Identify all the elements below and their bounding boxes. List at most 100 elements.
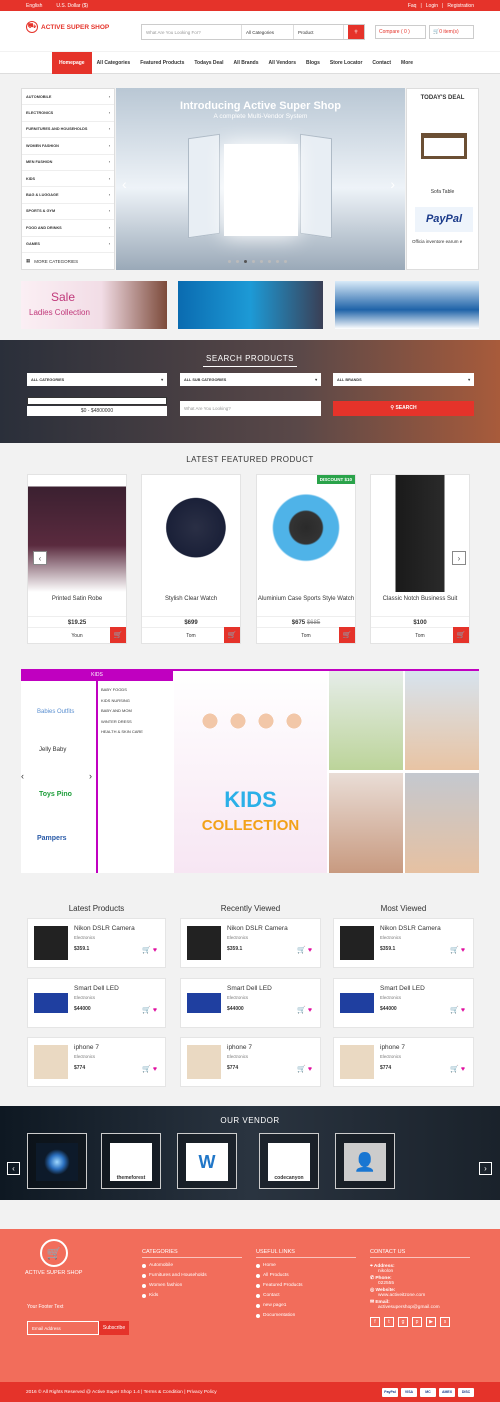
kids-link[interactable]: KIDS NURSING (101, 696, 143, 707)
brand-prev-icon[interactable]: ‹ (21, 771, 24, 781)
product-image[interactable] (257, 475, 355, 592)
product-name[interactable]: Classic Notch Business Suit (371, 596, 469, 602)
category-item[interactable]: ELECTRONICS › (22, 105, 114, 122)
slider-dots[interactable] (228, 260, 287, 263)
login-link[interactable]: Login (426, 3, 438, 9)
type-select[interactable]: Product (294, 25, 344, 39)
cart-button[interactable]: 🛒 0 item(s) (429, 25, 474, 39)
product-image[interactable] (371, 475, 469, 592)
subcategory-select[interactable]: ALL SUB CATEGORIES ▾ (180, 373, 321, 386)
vendor-next-icon[interactable]: › (479, 1162, 492, 1175)
category-item[interactable]: FURNITURES AND HOUSEHOLDS › (22, 122, 114, 139)
category-item[interactable]: BAG & LUGGAGE › (22, 187, 114, 204)
category-item[interactable]: KIDS › (22, 171, 114, 188)
add-to-cart-button[interactable]: 🛒 (339, 627, 355, 643)
product-name[interactable]: Aluminium Case Sports Style Watch (257, 596, 355, 602)
vendor-card[interactable]: 👤 (335, 1133, 395, 1189)
footer-link[interactable]: Automobile (142, 1263, 242, 1268)
kids-link[interactable]: BABY FOODS (101, 685, 143, 696)
product-vendor[interactable]: Tom (415, 633, 424, 639)
category-select[interactable]: All Categories (242, 25, 294, 39)
cart-icon[interactable]: 🛒 (142, 947, 151, 954)
category-item[interactable]: GAMES › (22, 237, 114, 253)
nav-store-locator[interactable]: Store Locator (325, 52, 368, 74)
cart-icon[interactable]: 🛒 (142, 1007, 151, 1014)
footer-link[interactable]: Home (256, 1263, 356, 1268)
product-image[interactable] (142, 475, 240, 592)
list-item[interactable]: Nikon DSLR Camera Electronics $359.1 🛒 ♥ (333, 918, 474, 968)
language-select[interactable]: English (26, 3, 42, 9)
list-item[interactable]: Nikon DSLR Camera Electronics $359.1 🛒 ♥ (180, 918, 321, 968)
skype-icon[interactable]: s (440, 1317, 450, 1327)
heart-icon[interactable]: ♥ (308, 1007, 312, 1014)
footer-link[interactable]: Contact (256, 1293, 356, 1298)
cart-icon[interactable]: 🛒 (450, 1066, 459, 1073)
category-item[interactable]: AUTOMOBILE › (22, 89, 114, 106)
cart-icon[interactable]: 🛒 (142, 1066, 151, 1073)
cart-icon[interactable]: 🛒 (297, 1066, 306, 1073)
kids-photo[interactable] (329, 773, 403, 873)
category-item[interactable]: SPORTS & GYM › (22, 204, 114, 221)
kids-tab[interactable]: KIDS (21, 669, 173, 681)
kids-photo[interactable] (405, 671, 479, 770)
compare-button[interactable]: Compare ( 0 ) (375, 25, 426, 39)
deal-item-name[interactable]: Sofa Table (407, 189, 478, 195)
list-item[interactable]: Smart Dell LED Electronics $44000 🛒 ♥ (27, 978, 166, 1028)
vendor-card[interactable]: themeforest (101, 1133, 161, 1189)
brand-logo[interactable]: Pampers (37, 835, 67, 842)
sofa-table-image[interactable] (421, 133, 467, 159)
vendor-prev-icon[interactable]: ‹ (7, 1162, 20, 1175)
brand-logo[interactable]: Toys Pino (39, 791, 72, 798)
cart-icon[interactable]: 🛒 (297, 1007, 306, 1014)
carousel-prev-icon[interactable]: ‹ (33, 551, 47, 565)
nav-contact[interactable]: Contact (367, 52, 396, 74)
brand-next-icon[interactable]: › (89, 771, 92, 781)
list-item[interactable]: Smart Dell LED Electronics $44000 🛒 ♥ (180, 978, 321, 1028)
nav-blogs[interactable]: Blogs (301, 52, 325, 74)
search-submit-button[interactable]: ⚲ SEARCH (333, 401, 474, 416)
product-name[interactable]: Stylish Clear Watch (142, 596, 240, 602)
footer-link[interactable]: Documentation (256, 1313, 356, 1318)
kids-collection-banner[interactable]: KIDS COLLECTION (174, 671, 327, 873)
youtube-icon[interactable]: ▶ (426, 1317, 436, 1327)
crowd-banner[interactable] (335, 281, 479, 329)
slider-next-icon[interactable]: › (390, 176, 395, 192)
kids-link[interactable]: WINTER DRESS (101, 717, 143, 728)
sale-banner[interactable]: Sale Ladies Collection (21, 281, 167, 329)
product-card[interactable]: DISCOUNT $10 Aluminium Case Sports Style… (256, 474, 356, 644)
list-item[interactable]: iphone 7 Electronics $774 🛒 ♥ (333, 1037, 474, 1087)
nav-todays-deal[interactable]: Todays Deal (189, 52, 228, 74)
registration-link[interactable]: Registration (447, 3, 474, 9)
facebook-icon[interactable]: f (370, 1317, 380, 1327)
product-image[interactable] (28, 475, 126, 592)
faq-link[interactable]: Faq (408, 3, 417, 9)
list-item[interactable]: iphone 7 Electronics $774 🛒 ♥ (180, 1037, 321, 1087)
vendor-card[interactable] (27, 1133, 87, 1189)
heart-icon[interactable]: ♥ (308, 1066, 312, 1073)
kids-link[interactable]: BABY AND MOM (101, 706, 143, 717)
nav-all-vendors[interactable]: All Vendors (263, 52, 301, 74)
subscribe-button[interactable]: Subscribe (99, 1321, 129, 1335)
footer-link[interactable]: Featured Products (256, 1283, 356, 1288)
list-item[interactable]: iphone 7 Electronics $774 🛒 ♥ (27, 1037, 166, 1087)
cart-icon[interactable]: 🛒 (450, 1007, 459, 1014)
product-card[interactable]: Stylish Clear Watch $699 Tom 🛒 (141, 474, 241, 644)
slider-prev-icon[interactable]: ‹ (122, 176, 127, 192)
carousel-next-icon[interactable]: › (452, 551, 466, 565)
footer-link[interactable]: Furnitures and Households (142, 1273, 242, 1278)
brand-logo[interactable]: Jelly Baby (39, 747, 66, 753)
product-vendor[interactable]: Tom (186, 633, 195, 639)
category-select[interactable]: ALL CATEGORIES ▾ (27, 373, 167, 386)
nav-all-brands[interactable]: All Brands (228, 52, 263, 74)
brand-select[interactable]: ALL BRANDS ▾ (333, 373, 474, 386)
kids-photo[interactable] (329, 671, 403, 770)
product-vendor[interactable]: Tom (301, 633, 310, 639)
category-item[interactable]: WOMEN FASHION › (22, 138, 114, 155)
privacy-link[interactable]: Privacy Policy (187, 1390, 217, 1395)
site-logo[interactable]: ⛟ ACTIVE SUPER SHOP (26, 21, 109, 33)
cart-icon[interactable]: 🛒 (450, 947, 459, 954)
product-vendor[interactable]: Youn (71, 633, 82, 639)
search-input[interactable]: What Are You Looking For? (142, 25, 242, 39)
product-name[interactable]: Printed Satin Robe (28, 596, 126, 602)
footer-link[interactable]: Women fashion (142, 1283, 242, 1288)
